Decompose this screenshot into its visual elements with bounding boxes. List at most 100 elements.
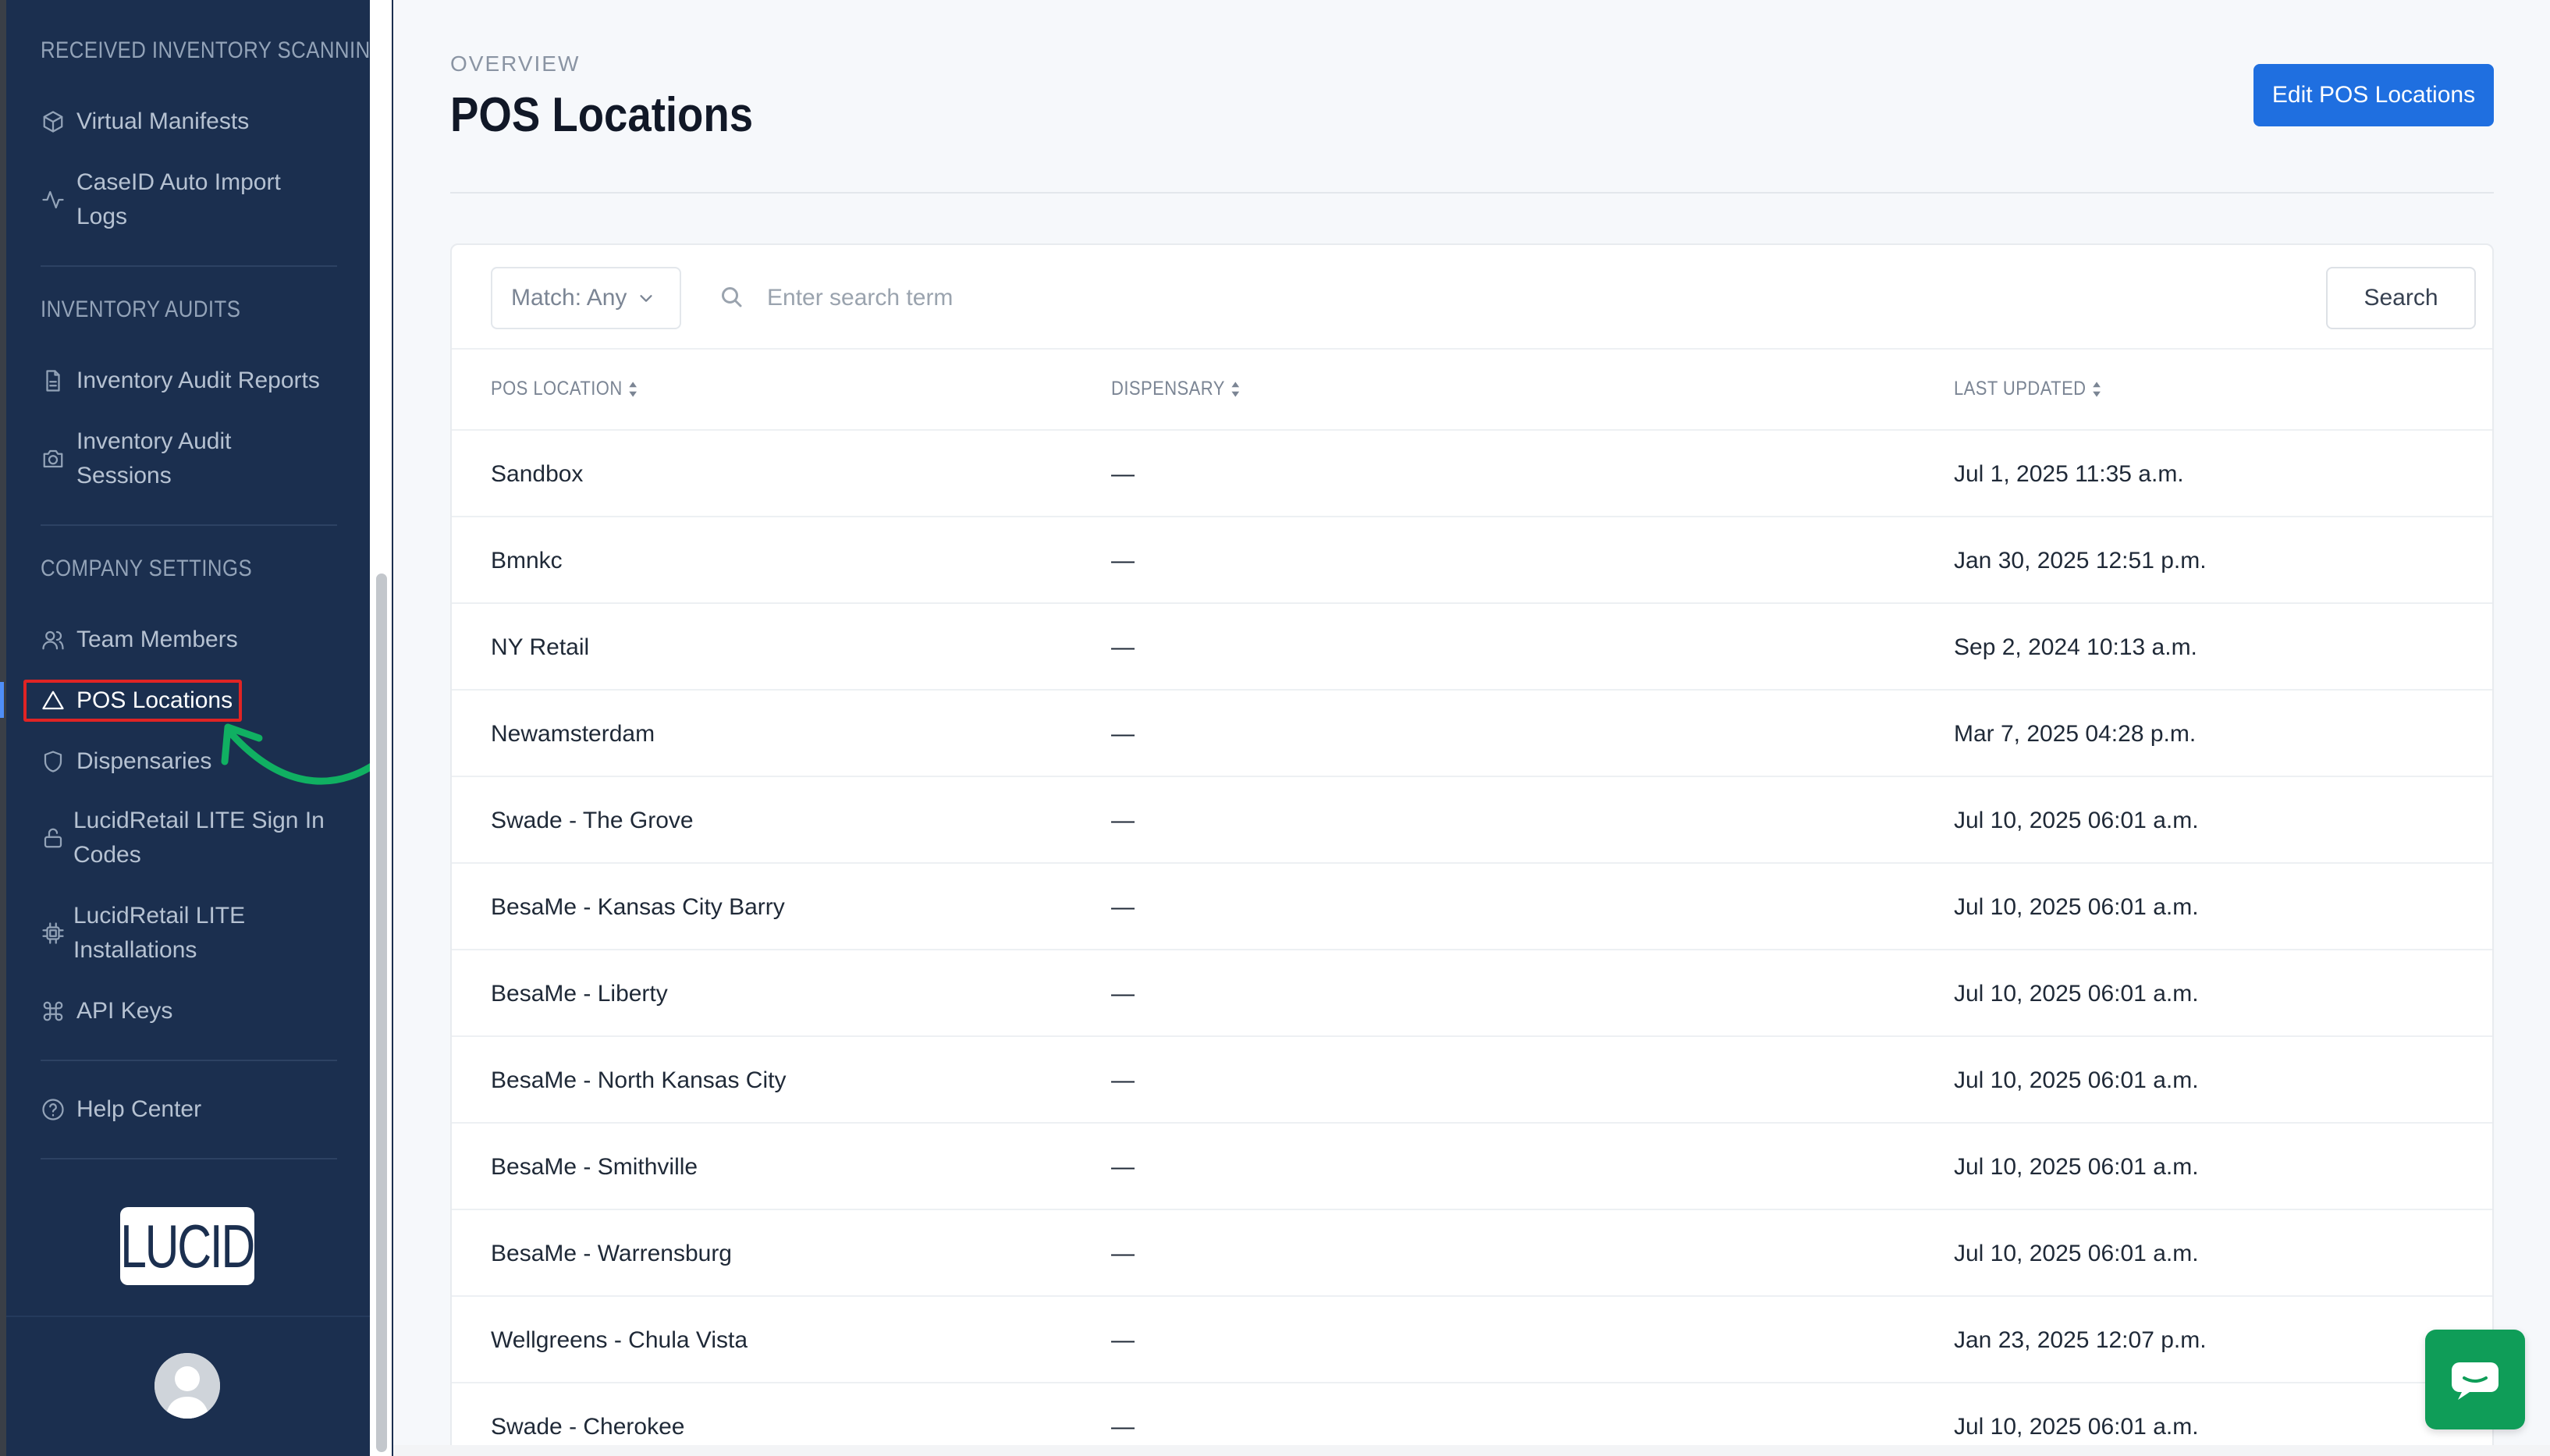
cell-location: Wellgreens - Chula Vista xyxy=(491,1326,748,1353)
chat-launcher-button[interactable] xyxy=(2425,1330,2525,1429)
header-divider xyxy=(450,192,2494,194)
cell-updated: Mar 7, 2025 04:28 p.m. xyxy=(1954,720,2197,747)
cell-dispensary: — xyxy=(1111,1240,1135,1266)
chevron-down-icon xyxy=(640,295,652,302)
help-circle-icon xyxy=(41,1097,66,1122)
cell-location: Newamsterdam xyxy=(491,720,655,747)
sidebar-item-lite-sign-in-codes[interactable]: LucidRetail LITE Sign In Codes xyxy=(41,804,345,872)
table-row[interactable]: BesaMe - Kansas City Barry — Jul 10, 202… xyxy=(452,864,2492,950)
column-header-last-updated[interactable]: LAST UPDATED xyxy=(1954,378,2101,400)
table-row[interactable]: BesaMe - Smithville — Jul 10, 2025 06:01… xyxy=(452,1124,2492,1210)
window-edge xyxy=(0,0,6,1456)
bottom-edge xyxy=(393,1445,2550,1456)
search-icon xyxy=(722,287,742,307)
match-select[interactable]: Match: Any xyxy=(491,267,681,329)
table-row[interactable]: BesaMe - Warrensburg — Jul 10, 2025 06:0… xyxy=(452,1210,2492,1297)
sidebar-item-label: Virtual Manifests xyxy=(76,108,250,134)
cell-location: BesaMe - Warrensburg xyxy=(491,1240,732,1266)
cell-updated: Jul 10, 2025 06:01 a.m. xyxy=(1954,1153,2199,1180)
section-heading-company-settings: COMPANY SETTINGS xyxy=(41,556,253,581)
search-button[interactable]: Search xyxy=(2326,267,2476,329)
cell-location: BesaMe - Kansas City Barry xyxy=(491,893,785,920)
lucid-logo[interactable]: LUCID xyxy=(120,1207,256,1285)
table-row[interactable]: Bmnkc — Jan 30, 2025 12:51 p.m. xyxy=(452,517,2492,604)
section-heading-inventory-audits: INVENTORY AUDITS xyxy=(41,297,241,322)
search-input[interactable] xyxy=(767,268,1937,328)
match-select-value: Match: Any xyxy=(511,285,627,311)
cell-location: Swade - The Grove xyxy=(491,807,694,833)
sidebar-item-label: LucidRetail LITE Sign In Codes xyxy=(73,808,325,868)
sidebar-item-label: Team Members xyxy=(76,627,238,652)
command-icon xyxy=(41,999,66,1024)
cell-dispensary: — xyxy=(1111,893,1135,920)
cell-updated: Jul 10, 2025 06:01 a.m. xyxy=(1954,1240,2199,1266)
sidebar-divider xyxy=(41,265,337,267)
cell-dispensary: — xyxy=(1111,1153,1135,1180)
cell-location: BesaMe - Smithville xyxy=(491,1153,698,1180)
shield-icon xyxy=(41,749,66,774)
chat-icon xyxy=(2452,1362,2499,1400)
cell-updated: Jan 30, 2025 12:51 p.m. xyxy=(1954,547,2207,574)
table-row[interactable]: BesaMe - North Kansas City — Jul 10, 202… xyxy=(452,1037,2492,1124)
sidebar-item-label: CaseID Auto Import Logs xyxy=(76,169,281,229)
table-row[interactable]: NY Retail — Sep 2, 2024 10:13 a.m. xyxy=(452,604,2492,691)
cell-updated: Jul 10, 2025 06:01 a.m. xyxy=(1954,893,2199,920)
sort-icon xyxy=(2092,381,2101,397)
sidebar-item-help-center[interactable]: Help Center xyxy=(41,1092,345,1127)
file-icon xyxy=(41,368,66,393)
section-heading-received-inventory: RECEIVED INVENTORY SCANNING xyxy=(41,37,370,63)
active-indicator xyxy=(0,682,4,718)
activity-icon xyxy=(41,187,66,212)
cell-location: Bmnkc xyxy=(491,547,563,574)
cpu-icon xyxy=(41,921,66,946)
cell-dispensary: — xyxy=(1111,807,1135,833)
sidebar-item-label: API Keys xyxy=(76,998,173,1024)
cell-dispensary: — xyxy=(1111,720,1135,747)
avatar[interactable] xyxy=(154,1353,220,1419)
sidebar-item-inventory-audit-reports[interactable]: Inventory Audit Reports xyxy=(41,364,345,398)
page-title: POS Locations xyxy=(450,88,754,142)
sidebar-item-lite-installations[interactable]: LucidRetail LITE Installations xyxy=(41,899,345,968)
sidebar-item-label: Dispensaries xyxy=(76,748,212,774)
cell-location: NY Retail xyxy=(491,634,590,660)
users-icon xyxy=(41,627,66,652)
cell-updated: Jan 23, 2025 12:07 p.m. xyxy=(1954,1326,2207,1353)
sidebar-scrollbar-thumb[interactable] xyxy=(376,574,387,1452)
sidebar-item-label: Help Center xyxy=(76,1096,202,1122)
table-row[interactable]: BesaMe - Liberty — Jul 10, 2025 06:01 a.… xyxy=(452,950,2492,1037)
filter-bar: Match: Any Search xyxy=(452,245,2492,350)
table-row[interactable]: Wellgreens - Chula Vista — Jan 23, 2025 … xyxy=(452,1297,2492,1383)
lock-icon xyxy=(41,826,66,851)
sort-icon xyxy=(629,381,637,397)
sidebar-item-label: Inventory Audit Sessions xyxy=(76,428,232,488)
column-header-dispensary[interactable]: DISPENSARY xyxy=(1111,378,1240,400)
page-overline: OVERVIEW xyxy=(450,51,581,76)
sidebar-item-team-members[interactable]: Team Members xyxy=(41,623,345,657)
cell-updated: Jul 10, 2025 06:01 a.m. xyxy=(1954,807,2199,833)
cell-updated: Jul 1, 2025 11:35 a.m. xyxy=(1954,460,2184,487)
edit-pos-locations-button[interactable]: Edit POS Locations xyxy=(2253,64,2494,126)
table-row[interactable]: Swade - The Grove — Jul 10, 2025 06:01 a… xyxy=(452,777,2492,864)
cell-dispensary: — xyxy=(1111,547,1135,574)
cell-location: BesaMe - North Kansas City xyxy=(491,1067,787,1093)
sidebar-divider xyxy=(41,1158,337,1159)
cell-dispensary: — xyxy=(1111,634,1135,660)
box-icon xyxy=(41,109,66,134)
cell-location: BesaMe - Liberty xyxy=(491,980,668,1007)
sidebar-item-api-keys[interactable]: API Keys xyxy=(41,994,345,1028)
highlight-box xyxy=(23,680,242,722)
sidebar-item-virtual-manifests[interactable]: Virtual Manifests xyxy=(41,105,345,139)
cell-dispensary: — xyxy=(1111,1326,1135,1353)
sidebar-divider xyxy=(6,1316,370,1317)
sidebar-item-caseid-auto-import-logs[interactable]: CaseID Auto Import Logs xyxy=(41,165,345,234)
column-header-pos-location[interactable]: POS LOCATION xyxy=(491,378,638,400)
pos-locations-table-card: Match: Any Search POS LOCATION DISPENSAR… xyxy=(450,243,2494,1456)
table-row[interactable]: Newamsterdam — Mar 7, 2025 04:28 p.m. xyxy=(452,691,2492,777)
table-row[interactable]: Sandbox — Jul 1, 2025 11:35 a.m. xyxy=(452,431,2492,517)
sidebar-item-label: Inventory Audit Reports xyxy=(76,368,320,393)
cell-updated: Jul 10, 2025 06:01 a.m. xyxy=(1954,980,2199,1007)
annotation-arrow-icon xyxy=(221,723,385,785)
sidebar-divider xyxy=(41,1060,337,1061)
sidebar-item-inventory-audit-sessions[interactable]: Inventory Audit Sessions xyxy=(41,424,345,493)
cell-location: Sandbox xyxy=(491,460,584,487)
